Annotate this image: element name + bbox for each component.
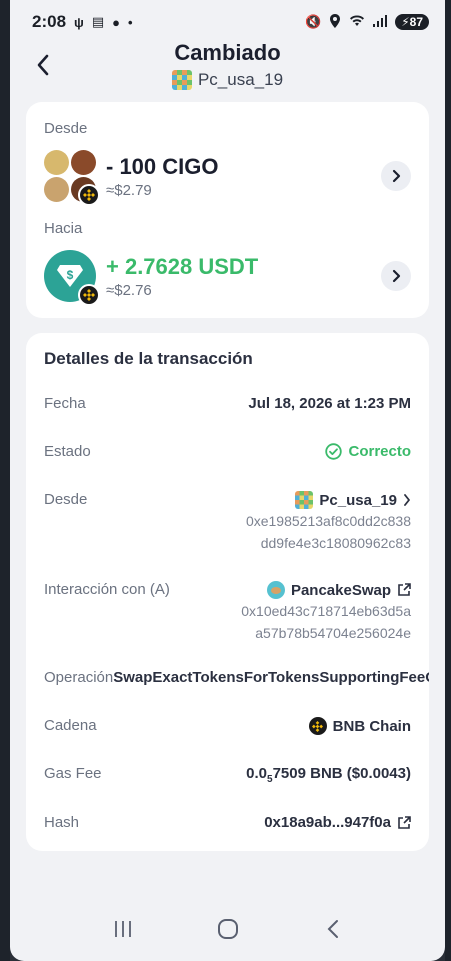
external-link-icon [398,583,411,596]
news-icon: ▤ [91,14,105,29]
hash-link[interactable]: 0x18a9ab...947f0a [264,814,411,831]
from-wallet-name: Pc_usa_19 [319,491,397,509]
from-wallet-link[interactable]: Pc_usa_19 [246,491,411,509]
home-button[interactable] [208,909,248,949]
chat-icon: ● [112,14,120,30]
status-badge: Correcto [325,443,411,460]
chevron-right-icon [404,494,410,506]
gas-fee-prefix: 0.0 [246,765,268,782]
interaction-link[interactable]: PancakeSwap [241,581,411,599]
wallet-subtitle: Pc_usa_19 [10,70,445,90]
interaction-address-line1: 0x10ed43c718714eb63d5a [241,603,411,619]
battery-level: 87 [409,15,423,29]
from-detail-label: Desde [44,491,88,508]
bnb-chain-badge-icon [78,284,100,306]
to-amount: + 2.7628 USDT [106,253,259,279]
battery-indicator: ⚡87 [395,14,429,30]
back-button[interactable] [28,50,58,80]
to-fiat-value: ≈$2.76 [106,281,152,299]
cigo-token-icon [44,150,100,206]
from-asset-detail-button[interactable] [381,161,411,191]
from-row: Desde Pc_usa_19 0xe1985213af8c0dd2c838 d… [44,491,411,553]
bnb-chain-icon [308,717,327,735]
external-link-icon [398,815,411,829]
wallet-avatar-icon [171,70,192,90]
date-label: Fecha [44,395,86,412]
from-label: Desde [44,120,88,137]
chain-row: Cadena BNB Chain [44,717,411,735]
operation-label: Operación [44,669,114,686]
status-time: 2:08 [32,12,67,31]
signal-icon [373,14,388,30]
hash-label: Hash [44,814,80,831]
chain-value: BNB Chain [332,717,411,735]
from-asset-row: - 100 CIGO ≈$2.79 [44,148,411,206]
hash-row: Hash 0x18a9ab...947f0a [44,814,411,831]
to-asset-row: $ + 2.7628 USDT ≈$2.76 [44,248,411,306]
wallet-name: Pc_usa_19 [197,70,284,89]
from-fiat-value: ≈$2.79 [106,181,152,199]
check-circle-icon [325,443,343,460]
to-asset-detail-button[interactable] [381,261,411,291]
interaction-row: Interacción con (A) PancakeSwap 0x10ed43… [44,581,411,643]
details-title: Detalles de la transacción [44,349,253,368]
operation-value: SwapExactTokensForTokensSupportingFeeOnT… [113,669,429,686]
mute-icon: 🔇 [305,14,322,29]
to-label: Hacia [44,220,83,237]
back-arrow-icon [327,920,338,938]
chevron-left-icon [37,54,49,76]
chevron-right-icon [392,169,401,183]
date-value: Jul 18, 2026 at 1:23 PM [248,395,411,412]
location-icon [329,13,341,31]
svg-text:$: $ [67,268,74,282]
gas-fee-label: Gas Fee [44,765,102,782]
usb-icon: ψ [74,14,84,30]
system-nav-bar [10,897,445,961]
status-value: Correcto [348,443,411,460]
recent-apps-icon [114,921,131,937]
chevron-right-icon [392,269,401,283]
status-label: Estado [44,443,91,460]
page-title: Cambiado [174,40,281,65]
gas-fee-value: 0.057509 BNB ($0.0043) [246,765,411,785]
from-amount: - 100 CIGO [106,153,219,179]
system-back-button[interactable] [313,909,353,949]
interaction-label: Interacción con (A) [44,581,170,598]
recent-apps-button[interactable] [103,909,143,949]
pancakeswap-icon [266,581,285,599]
operation-row: Operación SwapExactTokensForTokensSuppor… [44,669,429,686]
background-right [445,0,451,961]
status-row: Estado Correcto [44,443,411,460]
background-left [0,0,10,961]
hash-value: 0x18a9ab...947f0a [264,814,391,831]
transaction-details-card: Detalles de la transacción Fecha Jul 18,… [26,333,429,851]
interaction-address-line2: a57b78b54704e256024e [255,625,411,641]
phone-screen: 2:08 ψ ▤ ● • 🔇 ⚡87 Cambiado Pc_usa_19 De… [10,0,445,961]
from-address-line2: dd9fe4e3c18080962c83 [260,535,411,551]
swap-card: Desde - 100 CIGO ≈$2.79 Hacia $ + 2.7628… [26,102,429,318]
header: Cambiado Pc_usa_19 [10,40,445,96]
from-address-line1: 0xe1985213af8c0dd2c838 [245,513,411,529]
gas-fee-suffix: 7509 BNB ($0.0043) [272,765,411,782]
interaction-name: PancakeSwap [290,581,391,599]
gas-fee-row: Gas Fee 0.057509 BNB ($0.0043) [44,765,411,785]
wallet-avatar-icon [295,491,314,509]
chain-label: Cadena [44,717,97,734]
home-icon [217,919,238,939]
wifi-icon [349,14,365,30]
date-row: Fecha Jul 18, 2026 at 1:23 PM [44,395,411,412]
dot-icon: • [127,14,133,30]
status-bar: 2:08 ψ ▤ ● • 🔇 ⚡87 [10,0,445,44]
usdt-token-icon: $ [44,250,100,306]
bnb-chain-badge-icon [78,184,100,206]
